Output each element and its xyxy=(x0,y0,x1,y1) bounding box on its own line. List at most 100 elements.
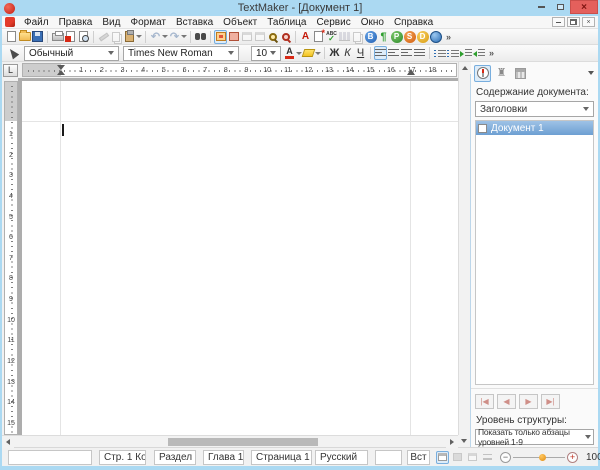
view-master-button[interactable] xyxy=(227,30,240,44)
bold-button[interactable]: Ж xyxy=(328,46,341,60)
spellcheck-button[interactable]: ABC✓ xyxy=(325,30,338,44)
document-page[interactable] xyxy=(22,81,458,435)
paragraph-dialog-button[interactable]: * xyxy=(312,30,325,44)
status-language[interactable]: Русский xyxy=(315,450,368,465)
scroll-down-button[interactable] xyxy=(458,435,470,447)
content-type-select[interactable]: Заголовки xyxy=(475,101,594,117)
zoom-level[interactable]: 100% xyxy=(586,452,600,463)
status-view-fullscreen-button[interactable] xyxy=(481,451,494,464)
vertical-scrollbar[interactable] xyxy=(458,62,470,435)
list-item-selected[interactable]: Документ 1 xyxy=(476,121,593,135)
align-right-button[interactable] xyxy=(400,46,413,60)
menu-item[interactable]: Формат xyxy=(125,17,171,28)
export-pdf-button[interactable] xyxy=(64,30,77,44)
nav-prev-button[interactable]: ◀ xyxy=(497,394,516,409)
format-brush-button[interactable] xyxy=(97,30,110,44)
planmaker-button[interactable]: P xyxy=(390,30,403,44)
status-chapter[interactable]: Глава 1 xyxy=(203,450,244,465)
scroll-left-button[interactable] xyxy=(2,436,14,448)
object-mode-button[interactable] xyxy=(4,46,22,60)
new-document-button[interactable] xyxy=(5,30,18,44)
scrollbar-track[interactable] xyxy=(14,436,446,447)
font-size-select[interactable]: 10 xyxy=(251,46,281,61)
view-object-button[interactable] xyxy=(240,30,253,44)
open-button[interactable] xyxy=(18,30,31,44)
paragraph-style-select[interactable]: Обычный xyxy=(24,46,119,61)
paste-button[interactable] xyxy=(123,30,136,44)
font-color-button[interactable]: A xyxy=(283,46,296,60)
status-view-object-button[interactable] xyxy=(466,451,479,464)
status-section[interactable]: Раздел 1 xyxy=(154,450,196,465)
mdi-minimize-button[interactable] xyxy=(552,17,565,27)
italic-button[interactable]: К xyxy=(341,46,354,60)
tab-selector-button[interactable]: L xyxy=(3,64,18,77)
zoom-slider-handle[interactable] xyxy=(539,454,546,461)
print-button[interactable] xyxy=(51,30,64,44)
sidebar-tab-structure[interactable]: ♜ xyxy=(493,65,510,82)
item-checkbox[interactable] xyxy=(478,124,487,133)
horizontal-scrollbar[interactable] xyxy=(2,435,458,447)
character-dialog-button[interactable]: A xyxy=(299,30,312,44)
zoom-in-button[interactable] xyxy=(266,30,279,44)
status-view-normal-button[interactable] xyxy=(436,451,449,464)
view-normal-button[interactable] xyxy=(214,30,227,44)
zoom-out-button[interactable] xyxy=(279,30,292,44)
undo-button[interactable]: ↶ xyxy=(149,30,162,44)
status-position[interactable]: Стр. 1 Кол. 1 xyxy=(99,450,146,465)
zoom-out-button[interactable]: − xyxy=(500,452,511,463)
menu-item[interactable]: Таблица xyxy=(262,17,311,28)
mdi-close-button[interactable]: × xyxy=(582,17,595,27)
paste-dropdown[interactable] xyxy=(136,30,142,44)
web-button[interactable] xyxy=(429,30,442,44)
redo-dropdown[interactable] xyxy=(181,30,187,44)
menu-item[interactable]: Объект xyxy=(218,17,262,28)
find-button[interactable] xyxy=(194,30,207,44)
horizontal-ruler[interactable]: 123456789101112131415161718 xyxy=(22,63,457,77)
basicmaker-button[interactable]: B xyxy=(364,30,377,44)
menu-item[interactable]: Правка xyxy=(54,17,98,28)
view-fullscreen-button[interactable] xyxy=(253,30,266,44)
zoom-in-button[interactable]: + xyxy=(567,452,578,463)
chart-button[interactable] xyxy=(338,30,351,44)
status-insert-mode[interactable]: Вст xyxy=(407,450,430,465)
menu-item[interactable]: Вид xyxy=(97,17,125,28)
highlight-button[interactable] xyxy=(302,46,315,60)
presentations-button[interactable]: S xyxy=(403,30,416,44)
underline-button[interactable]: Ч xyxy=(354,46,367,60)
dictionary-button[interactable]: D xyxy=(416,30,429,44)
sidebar-tab-objects[interactable] xyxy=(512,65,529,82)
print-preview-button[interactable] xyxy=(77,30,90,44)
nav-last-button[interactable]: ▶| xyxy=(541,394,560,409)
bullet-list-button[interactable] xyxy=(446,46,459,60)
toolbar-overflow-button[interactable]: » xyxy=(442,30,455,44)
sidebar-menu-chevron-icon[interactable] xyxy=(588,71,594,75)
redo-button[interactable]: ↷ xyxy=(168,30,181,44)
status-view-master-button[interactable] xyxy=(451,451,464,464)
vertical-ruler[interactable]: 123456789101112131415 xyxy=(4,81,18,435)
menu-item[interactable]: Вставка xyxy=(171,17,218,28)
copy-button[interactable] xyxy=(110,30,123,44)
menu-item[interactable]: Сервис xyxy=(311,17,355,28)
font-select[interactable]: Times New Roman xyxy=(123,46,239,61)
save-button[interactable] xyxy=(31,30,44,44)
align-left-button[interactable] xyxy=(374,46,387,60)
right-indent-marker[interactable] xyxy=(407,69,415,75)
scrollbar-thumb[interactable] xyxy=(168,438,318,446)
align-center-button[interactable] xyxy=(387,46,400,60)
scroll-right-button[interactable] xyxy=(446,436,458,448)
align-justify-button[interactable] xyxy=(413,46,426,60)
formatting-marks-button[interactable]: ¶ xyxy=(377,30,390,44)
increase-indent-button[interactable] xyxy=(459,46,472,60)
status-page[interactable]: Страница 1 из 1 xyxy=(251,450,312,465)
scroll-up-button[interactable] xyxy=(459,62,471,74)
indent-marker[interactable] xyxy=(57,64,66,76)
menu-item[interactable]: Окно xyxy=(356,17,389,28)
toolbar-overflow-button[interactable]: » xyxy=(485,46,498,60)
decrease-indent-button[interactable] xyxy=(472,46,485,60)
mail-merge-button[interactable] xyxy=(351,30,364,44)
mdi-restore-button[interactable] xyxy=(567,17,580,27)
document-list[interactable]: Документ 1 xyxy=(475,120,594,385)
menu-item[interactable]: Файл xyxy=(19,17,54,28)
sidebar-tab-navigator[interactable] xyxy=(474,65,491,82)
highlight-dropdown[interactable] xyxy=(315,46,321,60)
